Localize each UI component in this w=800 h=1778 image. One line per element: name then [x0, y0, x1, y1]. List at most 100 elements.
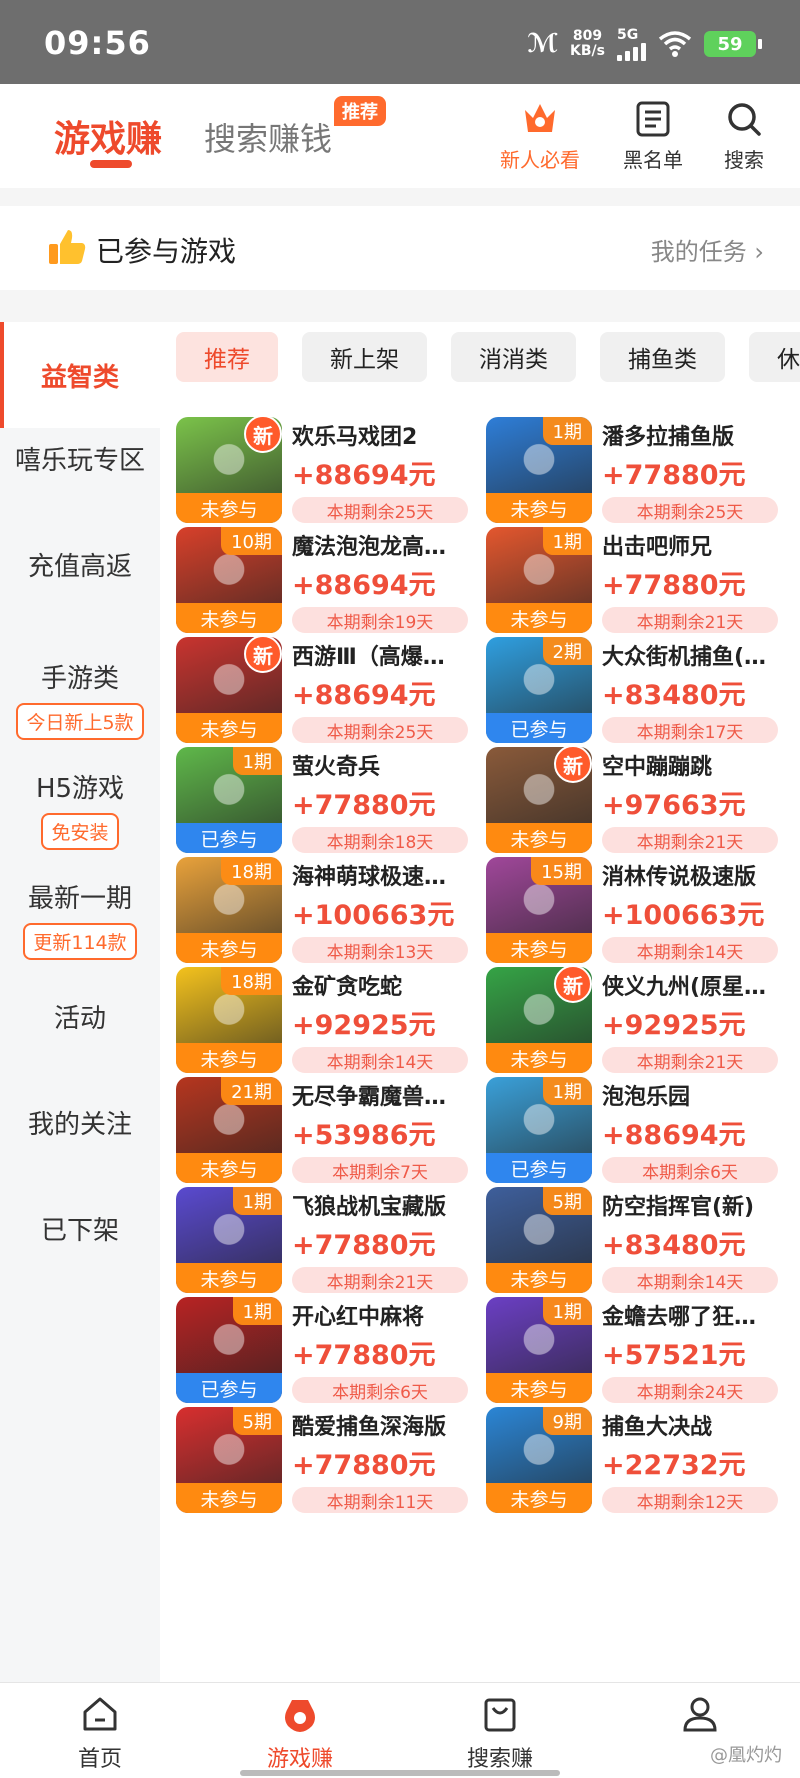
my-tasks-link[interactable]: 我的任务 › [651, 232, 764, 267]
sidebar-item-label: 我的关注 [27, 1110, 132, 1140]
game-icon[interactable]: 10期 未参与 [176, 527, 282, 633]
game-card[interactable]: 9期 未参与 捕鱼大决战 +22732元 本期剩余12天 [470, 1407, 778, 1515]
participation-status: 未参与 [176, 1263, 282, 1293]
tab-search-earn[interactable]: 搜索赚钱 [204, 114, 332, 160]
chip-recommend[interactable]: 推荐 [176, 332, 278, 382]
game-prize: +77880元 [292, 790, 436, 821]
game-card[interactable]: 新未参与 西游Ⅲ（高爆… +88694元 本期剩余25天 [160, 637, 468, 745]
game-name: 潘多拉捕鱼版 [602, 425, 735, 450]
game-card[interactable]: 18期 未参与 海神萌球极速… +100663元 本期剩余13天 [160, 857, 468, 965]
game-icon[interactable]: 1期 未参与 [486, 417, 592, 523]
game-icon[interactable]: 1期 已参与 [176, 1297, 282, 1403]
game-prize: +83480元 [602, 1230, 746, 1261]
game-icon[interactable]: 5期 未参与 [176, 1407, 282, 1513]
search-button[interactable]: 搜索 [723, 98, 765, 173]
game-icon[interactable]: 18期 未参与 [176, 967, 282, 1073]
wifi-icon [658, 31, 692, 57]
sidebar-item-h5-games[interactable]: H5游戏 免安装 [0, 768, 160, 850]
game-bag-icon [279, 1693, 321, 1735]
game-card[interactable]: 1期 未参与 金蟾去哪了狂… +57521元 本期剩余24天 [470, 1297, 778, 1405]
tab-game-earn[interactable]: 游戏赚 [54, 110, 162, 162]
game-card[interactable]: 5期 未参与 防空指挥官(新) +83480元 本期剩余14天 [470, 1187, 778, 1295]
tab-active-indicator [90, 160, 132, 168]
days-remaining: 本期剩余21天 [602, 607, 778, 633]
sidebar-item-following[interactable]: 我的关注 [0, 1104, 160, 1141]
participation-status: 未参与 [176, 713, 282, 743]
game-card[interactable]: 1期 已参与 萤火奇兵 +77880元 本期剩余18天 [160, 747, 468, 855]
sidebar-item-puzzle[interactable]: 益智类 [0, 322, 160, 428]
game-card[interactable]: 21期 未参与 无尽争霸魔兽… +53986元 本期剩余7天 [160, 1077, 468, 1185]
sidebar-item-latest[interactable]: 最新一期 更新114款 [0, 878, 160, 960]
game-card[interactable]: 新未参与 空中蹦蹦跳 +97663元 本期剩余21天 [470, 747, 778, 855]
game-name: 空中蹦蹦跳 [602, 755, 713, 780]
game-icon[interactable]: 5期 未参与 [486, 1187, 592, 1293]
game-card[interactable]: 1期 未参与 出击吧师兄 +77880元 本期剩余21天 [470, 527, 778, 635]
game-prize: +53986元 [292, 1120, 436, 1151]
blacklist-button[interactable]: 黑名单 [623, 98, 683, 173]
game-name: 侠义九州(原星… [602, 975, 767, 1000]
nav-home[interactable]: 首页 [40, 1693, 160, 1773]
game-name: 防空指挥官(新) [602, 1195, 755, 1220]
battery-icon: 59 [704, 31, 762, 57]
game-card[interactable]: 15期 未参与 消林传说极速版 +100663元 本期剩余14天 [470, 857, 778, 965]
game-card[interactable]: 18期 未参与 金矿贪吃蛇 +92925元 本期剩余14天 [160, 967, 468, 1075]
net-speed-value: 809 [572, 28, 603, 44]
game-prize: +83480元 [602, 680, 746, 711]
game-card[interactable]: 10期 未参与 魔法泡泡龙高… +88694元 本期剩余19天 [160, 527, 468, 635]
days-remaining: 本期剩余12天 [602, 1487, 778, 1513]
joined-games-row[interactable]: 已参与游戏 我的任务 › [0, 206, 800, 290]
game-icon[interactable]: 1期 未参与 [176, 1187, 282, 1293]
game-card[interactable]: 1期 已参与 开心红中麻将 +77880元 本期剩余6天 [160, 1297, 468, 1405]
game-icon[interactable]: 新未参与 [176, 637, 282, 743]
game-icon[interactable]: 新未参与 [176, 417, 282, 523]
sidebar-item-xilewan[interactable]: 嘻乐玩专区 [0, 440, 160, 477]
game-icon[interactable]: 1期 已参与 [486, 1077, 592, 1183]
sidebar-tag: 今日新上5款 [16, 703, 144, 740]
chip-fishing[interactable]: 捕鱼类 [600, 332, 725, 382]
game-name: 萤火奇兵 [292, 755, 381, 780]
status-bar: 09:56 ℳ 809 KB/s 5G 59 [0, 0, 800, 84]
days-remaining: 本期剩余6天 [602, 1157, 778, 1183]
sidebar-item-label: 充值高返 [27, 552, 132, 582]
participation-status: 已参与 [176, 1373, 282, 1403]
sidebar-item-mobile-games[interactable]: 手游类 今日新上5款 [0, 658, 160, 740]
game-icon[interactable]: 新未参与 [486, 967, 592, 1073]
game-icon[interactable]: 9期 未参与 [486, 1407, 592, 1513]
game-card[interactable]: 1期 已参与 泡泡乐园 +88694元 本期剩余6天 [470, 1077, 778, 1185]
period-badge: 21期 [221, 1077, 282, 1105]
game-icon[interactable]: 2期 已参与 [486, 637, 592, 743]
game-icon[interactable]: 1期 未参与 [486, 1297, 592, 1403]
chip-more[interactable]: 休 [749, 332, 800, 382]
game-icon[interactable]: 新未参与 [486, 747, 592, 853]
newbie-guide-button[interactable]: 新人必看 [500, 98, 580, 173]
nav-profile[interactable] [640, 1693, 760, 1741]
game-icon[interactable]: 1期 已参与 [176, 747, 282, 853]
game-icon[interactable]: 15期 未参与 [486, 857, 592, 963]
game-card[interactable]: 1期 未参与 飞狼战机宝藏版 +77880元 本期剩余21天 [160, 1187, 468, 1295]
sidebar-item-events[interactable]: 活动 [0, 998, 160, 1035]
status-time: 09:56 [44, 24, 151, 62]
game-card[interactable]: 1期 未参与 潘多拉捕鱼版 +77880元 本期剩余25天 [470, 417, 778, 525]
game-card[interactable]: 新未参与 侠义九州(原星… +92925元 本期剩余21天 [470, 967, 778, 1075]
home-indicator[interactable] [240, 1770, 560, 1776]
game-name: 消林传说极速版 [602, 865, 757, 890]
chip-match[interactable]: 消消类 [451, 332, 576, 382]
nav-game-earn[interactable]: 游戏赚 [240, 1693, 360, 1773]
sidebar-item-delisted[interactable]: 已下架 [0, 1210, 160, 1247]
chip-new[interactable]: 新上架 [302, 332, 427, 382]
game-icon[interactable]: 21期 未参与 [176, 1077, 282, 1183]
game-card[interactable]: 2期 已参与 大众街机捕鱼(… +83480元 本期剩余17天 [470, 637, 778, 745]
days-remaining: 本期剩余25天 [292, 717, 468, 743]
profile-icon [679, 1693, 721, 1735]
game-card[interactable]: 新未参与 欢乐马戏团2 +88694元 本期剩余25天 [160, 417, 468, 525]
sidebar-item-recharge[interactable]: 充值高返 [0, 546, 160, 583]
game-icon[interactable]: 18期 未参与 [176, 857, 282, 963]
period-badge: 9期 [542, 1407, 592, 1435]
period-badge: 1期 [232, 747, 282, 775]
nav-search-earn[interactable]: 搜索赚 [440, 1693, 560, 1773]
search-label: 搜索 [724, 148, 764, 172]
game-prize: +92925元 [292, 1010, 436, 1041]
game-card[interactable]: 5期 未参与 酷爱捕鱼深海版 +77880元 本期剩余11天 [160, 1407, 468, 1515]
game-icon[interactable]: 1期 未参与 [486, 527, 592, 633]
game-name: 开心红中麻将 [292, 1305, 425, 1330]
